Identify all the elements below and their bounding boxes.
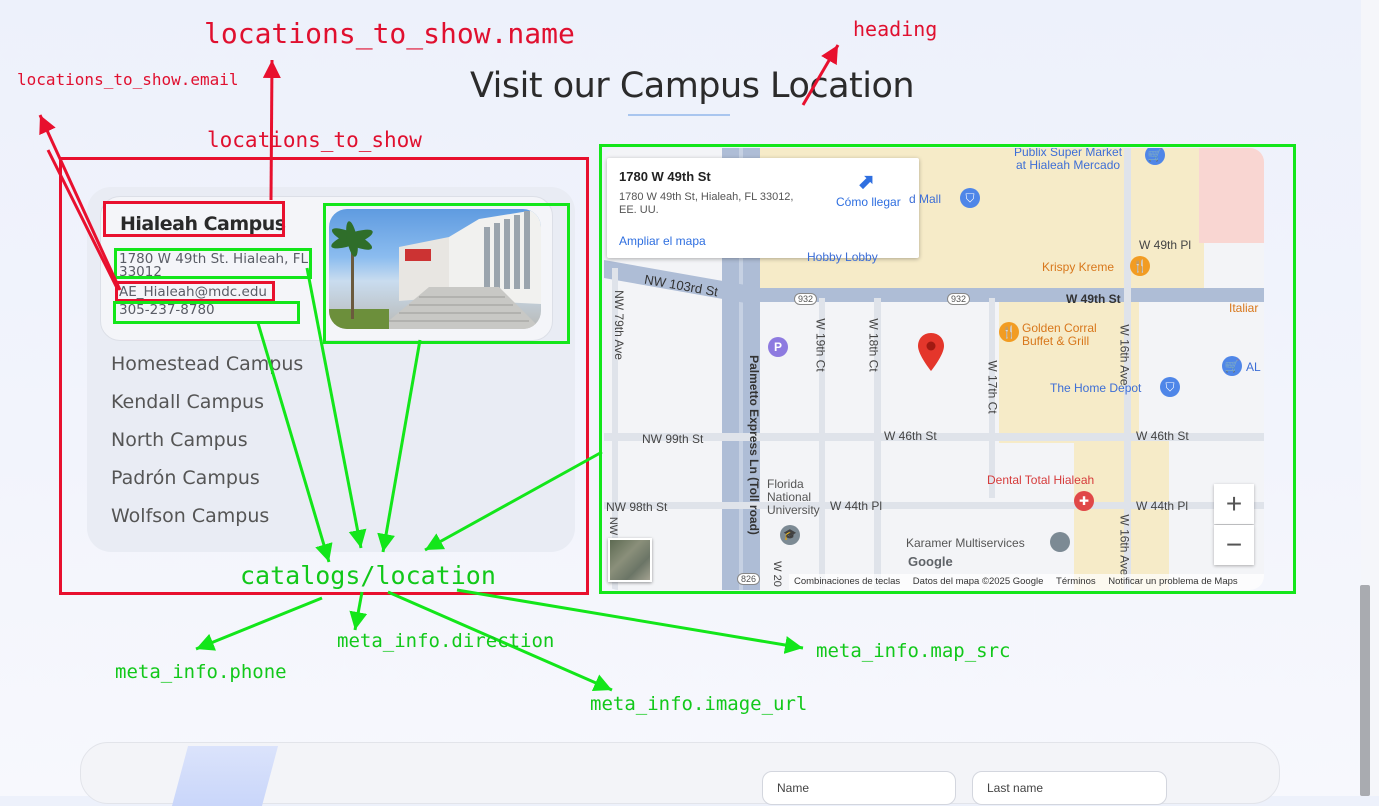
annotation-meta-image: meta_info.image_url: [590, 693, 808, 715]
annotation-meta-map: meta_info.map_src: [816, 640, 1011, 662]
annotation-meta-phone: meta_info.phone: [115, 661, 287, 683]
annotation-locations-name: locations_to_show.name: [204, 17, 575, 50]
annotation-meta-direction: meta_info.direction: [337, 630, 555, 652]
annotation-catalogs-location: catalogs/location: [240, 561, 496, 590]
annotation-locations-to-show: locations_to_show: [207, 128, 422, 152]
annotation-locations-email: locations_to_show.email: [17, 70, 239, 89]
annotation-heading: heading: [853, 17, 938, 41]
